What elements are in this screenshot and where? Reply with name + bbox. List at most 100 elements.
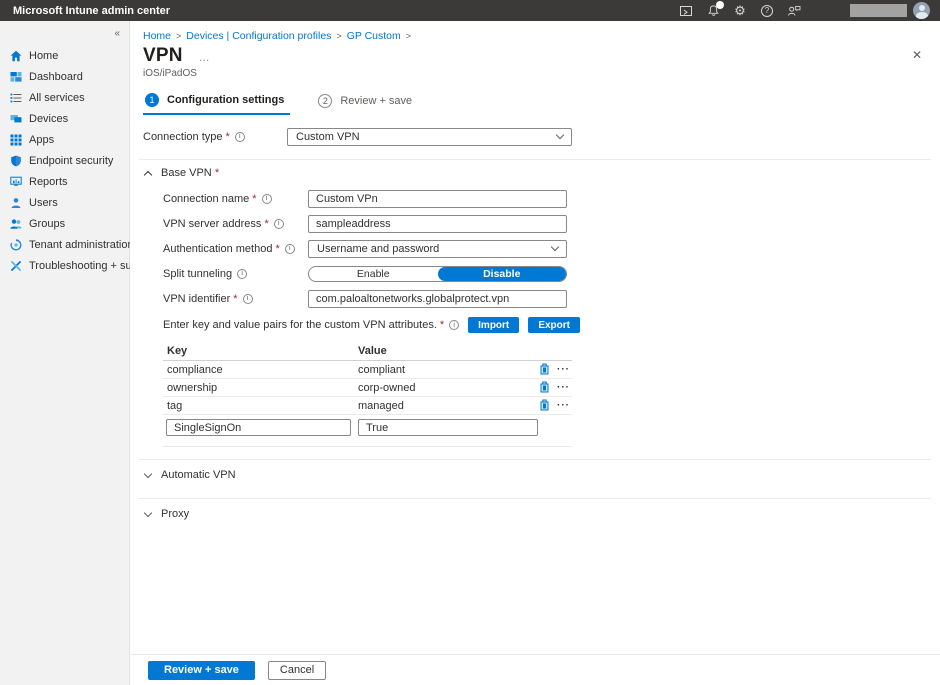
value-column-header: Value (358, 345, 572, 357)
feedback-icon[interactable] (786, 3, 802, 19)
chevron-down-icon (144, 509, 152, 517)
sidebar-item-endpoint-security[interactable]: Endpoint security (0, 150, 129, 171)
sidebar-item-apps[interactable]: Apps (0, 129, 129, 150)
table-row: ownership corp-owned ··· (163, 379, 572, 397)
required-asterisk: * (252, 193, 256, 205)
value-cell: managed (358, 400, 539, 412)
collapse-sidebar-icon: « (114, 28, 120, 39)
kv-attributes-caption-group: Enter key and value pairs for the custom… (163, 319, 459, 331)
value-cell: corp-owned (358, 382, 539, 394)
section-header-automatic-vpn[interactable]: Automatic VPN (130, 464, 580, 486)
help-icon[interactable]: ? (759, 3, 775, 19)
sidebar-item-tenant-administration[interactable]: Tenant administration (0, 234, 129, 255)
new-value-input[interactable] (358, 419, 538, 436)
connection-name-input[interactable] (308, 190, 567, 208)
sidebar-item-all-services[interactable]: All services (0, 87, 129, 108)
groups-icon (10, 218, 22, 230)
section-header-proxy[interactable]: Proxy (130, 503, 580, 525)
connection-type-select[interactable]: Custom VPN (287, 128, 572, 146)
avatar-person-icon (919, 5, 925, 11)
tab-review-save[interactable]: 2 Review + save (316, 93, 418, 115)
context-menu-icon[interactable]: … (199, 52, 211, 64)
split-tunneling-disable-option[interactable]: Disable (438, 267, 567, 281)
vpn-server-address-input[interactable] (308, 215, 567, 233)
new-key-input[interactable] (166, 419, 351, 436)
info-icon[interactable]: i (285, 244, 295, 254)
breadcrumb-separator: > (336, 31, 341, 41)
authentication-method-label-group: Authentication method * i (163, 243, 308, 255)
sidebar-item-dashboard[interactable]: Dashboard (0, 66, 129, 87)
info-icon[interactable]: i (274, 219, 284, 229)
sidebar-collapse-button[interactable]: « (0, 21, 129, 45)
info-icon[interactable]: i (237, 269, 247, 279)
sidebar-item-troubleshooting-support[interactable]: Troubleshooting + support (0, 255, 129, 276)
split-tunneling-label-group: Split tunneling i (163, 268, 308, 280)
kv-caption-text: Enter key and value pairs for the custom… (163, 319, 437, 331)
delete-row-icon[interactable] (539, 363, 551, 376)
kv-attributes-caption-row: Enter key and value pairs for the custom… (130, 311, 580, 339)
key-cell: compliance (163, 364, 358, 376)
connection-name-row: Connection name * i (130, 186, 580, 211)
required-asterisk: * (233, 293, 237, 305)
tab-configuration-settings[interactable]: 1 Configuration settings (143, 93, 290, 115)
help-glyph: ? (761, 5, 773, 17)
row-more-icon[interactable]: ··· (557, 367, 570, 373)
import-button[interactable]: Import (468, 317, 519, 333)
split-tunneling-row: Split tunneling i Enable Disable (130, 261, 580, 286)
info-icon[interactable]: i (243, 294, 253, 304)
breadcrumb-home[interactable]: Home (143, 30, 171, 42)
selected-value: Username and password (317, 243, 439, 255)
breadcrumb-gp-custom[interactable]: GP Custom (347, 30, 401, 42)
row-more-icon[interactable]: ··· (557, 403, 570, 409)
breadcrumb-configuration-profiles[interactable]: Devices | Configuration profiles (186, 30, 331, 42)
authentication-method-select[interactable]: Username and password (308, 240, 567, 258)
sidebar-item-label: Reports (29, 176, 68, 188)
row-more-icon[interactable]: ··· (557, 385, 570, 391)
close-icon[interactable]: ✕ (912, 48, 922, 62)
sidebar-item-reports[interactable]: Reports (0, 171, 129, 192)
vpn-identifier-input[interactable] (308, 290, 567, 308)
sidebar-item-devices[interactable]: Devices (0, 108, 129, 129)
notification-badge (716, 1, 724, 9)
info-icon[interactable]: i (235, 132, 245, 142)
sidebar-item-groups[interactable]: Groups (0, 213, 129, 234)
notifications-bell-icon[interactable] (705, 3, 721, 19)
devices-icon (10, 113, 22, 125)
section-title: Proxy (161, 508, 189, 520)
authentication-method-row: Authentication method * i Username and p… (130, 236, 580, 261)
tenant-administration-icon (10, 239, 22, 251)
table-header-row: Key Value (163, 341, 572, 361)
info-icon[interactable]: i (449, 320, 459, 330)
field-label: Connection name (163, 193, 249, 205)
table-row: compliance compliant ··· (163, 361, 572, 379)
table-row: tag managed ··· (163, 397, 572, 415)
info-icon[interactable]: i (262, 194, 272, 204)
section-header-base-vpn[interactable]: Base VPN * (130, 160, 580, 186)
row-actions: ··· (539, 363, 572, 376)
sidebar-item-label: Apps (29, 134, 54, 146)
topbar-actions: ⚙ ? (667, 2, 930, 19)
user-icon (10, 197, 22, 209)
connection-type-label-group: Connection type * i (143, 131, 287, 143)
sidebar-item-label: Endpoint security (29, 155, 113, 167)
home-icon (10, 50, 22, 62)
all-services-icon (10, 92, 22, 104)
review-save-button[interactable]: Review + save (148, 661, 255, 680)
sidebar-item-home[interactable]: Home (0, 45, 129, 66)
sidebar-item-label: Groups (29, 218, 65, 230)
sidebar-item-users[interactable]: Users (0, 192, 129, 213)
split-tunneling-enable-option[interactable]: Enable (309, 267, 438, 281)
account-info-redacted[interactable] (850, 4, 907, 17)
export-button[interactable]: Export (528, 317, 580, 333)
proxy-section: Proxy (130, 498, 580, 525)
row-actions: ··· (539, 381, 572, 394)
settings-gear-icon[interactable]: ⚙ (732, 3, 748, 19)
delete-row-icon[interactable] (539, 399, 551, 412)
cloud-shell-icon[interactable] (678, 3, 694, 19)
required-asterisk: * (440, 319, 444, 331)
user-avatar[interactable] (913, 2, 930, 19)
sidebar-item-label: Dashboard (29, 71, 83, 83)
delete-row-icon[interactable] (539, 381, 551, 394)
cancel-button[interactable]: Cancel (268, 661, 326, 680)
page-header: VPN … (130, 42, 940, 67)
